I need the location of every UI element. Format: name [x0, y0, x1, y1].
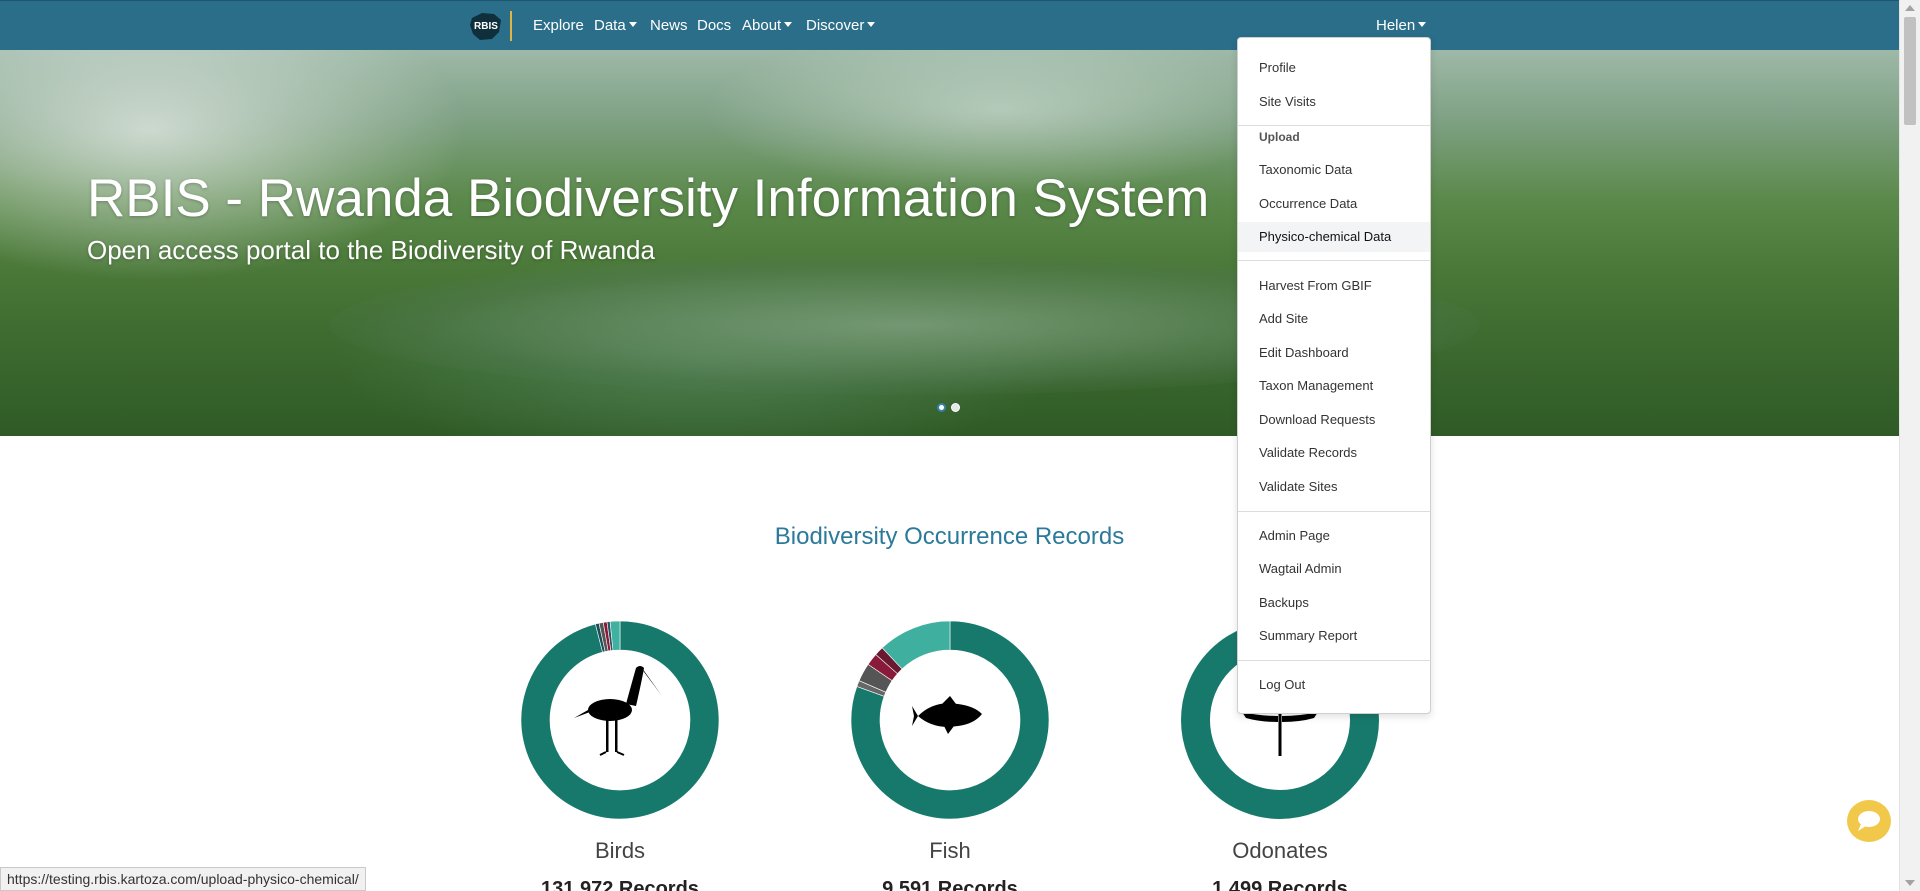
- card-label-birds: Birds: [594, 838, 646, 863]
- nav-news-label: News: [650, 17, 688, 34]
- nav-docs[interactable]: Docs: [697, 17, 731, 34]
- nav-explore-label: Explore: [533, 17, 584, 34]
- menu-item-download-requests[interactable]: Download Requests: [1238, 405, 1430, 435]
- section-title: Biodiversity Occurrence Records: [774, 523, 1125, 550]
- menu-item-label: Taxon Management: [1259, 378, 1374, 393]
- menu-item-summary-report[interactable]: Summary Report: [1238, 621, 1430, 651]
- caret-down-icon: [784, 22, 793, 27]
- menu-item-label: Site Visits: [1259, 94, 1316, 109]
- menu-divider: [1238, 125, 1430, 126]
- nav-explore[interactable]: Explore: [533, 17, 584, 34]
- menu-item-label: Validate Sites: [1259, 479, 1338, 494]
- nav-discover-label: Discover: [806, 17, 865, 34]
- card-count-odonates: 1,499 Records: [1212, 878, 1348, 891]
- menu-item-validate-records[interactable]: Validate Records: [1238, 438, 1430, 468]
- logo-text: RBIS: [474, 21, 498, 32]
- menu-item-label: Admin Page: [1259, 528, 1330, 543]
- nav-data[interactable]: Data: [594, 17, 637, 34]
- nav-about-label: About: [742, 17, 782, 34]
- hero-subtitle: Open access portal to the Biodiversity o…: [87, 235, 655, 265]
- menu-item-admin-page[interactable]: Admin Page: [1238, 521, 1430, 551]
- nav-discover[interactable]: Discover: [806, 17, 876, 34]
- menu-item-label: Summary Report: [1259, 628, 1358, 643]
- nav-news[interactable]: News: [650, 17, 688, 34]
- menu-item-profile[interactable]: Profile: [1238, 53, 1430, 83]
- nav-about[interactable]: About: [742, 17, 793, 34]
- card-fish[interactable]: Fish 9,591 Records: [850, 620, 1050, 891]
- hero-carousel: RBIS - Rwanda Biodiversity Information S…: [0, 50, 1899, 436]
- menu-item-validate-sites[interactable]: Validate Sites: [1238, 472, 1430, 502]
- chat-button[interactable]: [1847, 800, 1891, 842]
- menu-item-label: Add Site: [1259, 311, 1309, 326]
- menu-item-edit-dashboard[interactable]: Edit Dashboard: [1238, 338, 1430, 368]
- logo-divider: [510, 11, 512, 41]
- menu-item-add-site[interactable]: Add Site: [1238, 304, 1430, 334]
- menu-divider: [1238, 511, 1430, 512]
- menu-item-label: Physico-chemical Data: [1259, 229, 1392, 244]
- menu-item-label: Occurrence Data: [1259, 196, 1358, 211]
- bird-silhouette-icon: [574, 666, 662, 756]
- menu-item-log-out[interactable]: Log Out: [1238, 670, 1430, 700]
- carousel-indicator-2[interactable]: [951, 403, 960, 412]
- card-birds[interactable]: Birds 131,972 Records: [520, 620, 720, 891]
- menu-item-wagtail-admin[interactable]: Wagtail Admin: [1238, 554, 1430, 584]
- scrollbar-thumb[interactable]: [1904, 17, 1916, 125]
- menu-item-physico-chemical-data[interactable]: Physico-chemical Data: [1238, 222, 1430, 252]
- caret-down-icon: [867, 22, 876, 27]
- menu-item-harvest-from-gbif[interactable]: Harvest From GBIF: [1238, 271, 1430, 301]
- navbar: RBIS Explore Data News Docs About Discov…: [0, 0, 1899, 50]
- menu-item-label: Wagtail Admin: [1259, 561, 1342, 576]
- card-label-odonates: Odonates: [1232, 838, 1328, 863]
- menu-item-label: Profile: [1259, 60, 1296, 75]
- caret-down-icon: [628, 22, 637, 27]
- menu-item-backups[interactable]: Backups: [1238, 588, 1430, 618]
- nav-docs-label: Docs: [697, 17, 732, 34]
- card-label-fish: Fish: [929, 838, 971, 863]
- card-count-birds: 131,972 Records: [541, 878, 699, 891]
- menu-item-label: Edit Dashboard: [1259, 345, 1349, 360]
- menu-item-taxonomic-data[interactable]: Taxonomic Data: [1238, 155, 1430, 185]
- fish-silhouette-icon: [912, 696, 982, 734]
- caret-down-icon: [1418, 22, 1427, 27]
- scroll-up-arrow-icon[interactable]: [1905, 5, 1915, 11]
- menu-header-upload: Upload: [1259, 130, 1300, 144]
- user-dropdown-menu: Profile Site Visits Upload Taxonomic Dat…: [1237, 37, 1431, 714]
- menu-item-label: Validate Records: [1259, 445, 1358, 460]
- user-name: Helen: [1376, 17, 1416, 34]
- menu-divider: [1238, 660, 1430, 661]
- user-menu-toggle[interactable]: Helen: [1376, 17, 1427, 34]
- menu-item-occurrence-data[interactable]: Occurrence Data: [1238, 189, 1430, 219]
- menu-item-label: Taxonomic Data: [1259, 162, 1353, 177]
- dragonfly-silhouette-icon: [1242, 712, 1318, 756]
- carousel-indicator-1[interactable]: [937, 403, 946, 412]
- menu-item-label: Log Out: [1259, 677, 1306, 692]
- rwanda-map-icon: RBIS: [470, 13, 501, 40]
- page: RBIS Explore Data News Docs About Discov…: [0, 0, 1920, 891]
- browser-status-bar: https://testing.rbis.kartoza.com/upload-…: [0, 867, 366, 891]
- menu-item-taxon-management[interactable]: Taxon Management: [1238, 371, 1430, 401]
- nav-data-label: Data: [594, 17, 626, 34]
- card-count-fish: 9,591 Records: [882, 878, 1018, 891]
- scroll-down-arrow-icon[interactable]: [1905, 880, 1915, 886]
- page-scrollbar[interactable]: [1899, 0, 1920, 891]
- hero-title: RBIS - Rwanda Biodiversity Information S…: [87, 169, 1210, 228]
- rbis-logo[interactable]: RBIS: [468, 10, 504, 42]
- menu-item-label: Download Requests: [1259, 412, 1376, 427]
- menu-divider: [1238, 260, 1430, 261]
- menu-item-site-visits[interactable]: Site Visits: [1238, 87, 1430, 117]
- chat-bubble-icon: [1858, 811, 1880, 831]
- menu-item-label: Backups: [1259, 595, 1309, 610]
- menu-item-label: Harvest From GBIF: [1259, 278, 1372, 293]
